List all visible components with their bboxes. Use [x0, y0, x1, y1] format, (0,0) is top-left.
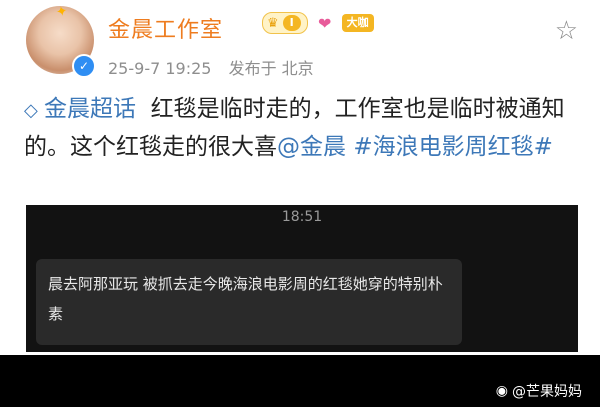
post-meta: 25-9-7 19:25 发布于 北京: [108, 55, 314, 79]
chat-bubble: 晨去阿那亚玩 被抓去走今晚海浪电影周的红毯她穿的特别朴素: [36, 259, 462, 345]
member-level-badge[interactable]: ♛ I: [262, 12, 308, 34]
topic-label: 金晨超话: [44, 96, 136, 122]
badge-row: ♛ I ❤ 大咖: [262, 12, 374, 34]
size-badge[interactable]: 大咖: [341, 14, 374, 32]
post-content: ◇ 金晨超话 红毯是临时走的，工作室也是临时被通知的。这个红毯走的很大喜@金晨 #…: [24, 91, 584, 165]
watermark: ◉ @芒果妈妈: [496, 381, 582, 401]
verified-icon: ✓: [72, 54, 96, 78]
chat-screenshot: 18:51 晨去阿那亚玩 被抓去走今晚海浪电影周的红毯她穿的特别朴素: [26, 205, 578, 352]
author-name[interactable]: 金晨工作室: [108, 12, 223, 44]
watermark-text: @芒果妈妈: [512, 384, 582, 400]
mention-link[interactable]: @金晨: [277, 134, 346, 160]
post-location: 发布于 北京: [228, 59, 314, 78]
weibo-logo-icon: ◉: [495, 383, 508, 399]
member-level: I: [282, 15, 301, 31]
avatar-sticker: ✦: [54, 6, 70, 22]
hashtag-link[interactable]: #海浪电影周红毯#: [353, 134, 553, 160]
heart-badge-icon[interactable]: ❤: [314, 13, 336, 33]
post-date: 25-9-7 19:25: [108, 59, 212, 78]
crown-icon: ♛: [267, 15, 279, 31]
topic-link[interactable]: ◇ 金晨超话: [24, 96, 136, 122]
chat-time: 18:51: [281, 209, 323, 225]
star-outline-icon[interactable]: ☆: [555, 18, 578, 44]
diamond-topic-icon: ◇: [24, 100, 38, 121]
